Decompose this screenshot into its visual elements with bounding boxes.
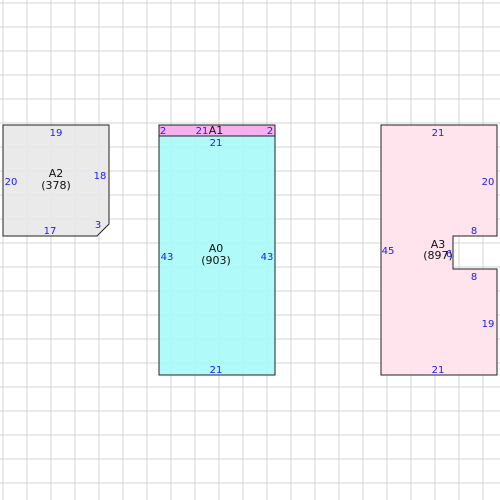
area-a3-dim-bottom: 21 bbox=[432, 365, 445, 376]
area-a2-size: (378) bbox=[41, 179, 71, 192]
area-a3-dim-right-lower: 19 bbox=[482, 319, 495, 330]
area-a3-dim-right-upper: 20 bbox=[482, 177, 495, 188]
area-a1[interactable]: 2 21 2 A1 bbox=[158, 124, 276, 137]
area-a0-size: (903) bbox=[201, 254, 231, 267]
area-a1-dim-right: 2 bbox=[267, 126, 273, 137]
area-a1-dim-left: 2 bbox=[160, 126, 166, 137]
area-a2-dim-left: 20 bbox=[5, 177, 18, 188]
area-a3[interactable]: 21 20 45 8 6 8 19 21 A3 (897) bbox=[380, 124, 498, 376]
area-a2-dim-right: 18 bbox=[94, 171, 107, 182]
area-a2[interactable]: 19 20 18 17 3 A2 (378) bbox=[2, 124, 110, 237]
area-a3-dim-notch-bottom: 8 bbox=[471, 272, 477, 283]
area-a0-dim-top: 21 bbox=[210, 138, 223, 149]
area-a3-dim-notch-top: 8 bbox=[471, 226, 477, 237]
area-a0-dim-bottom: 21 bbox=[210, 365, 223, 376]
area-a0-dim-left: 43 bbox=[161, 252, 174, 263]
area-a1-name: A1 bbox=[209, 124, 224, 137]
area-a3-size: (897) bbox=[423, 249, 453, 262]
area-a1-dim-top: 21 bbox=[196, 126, 209, 137]
area-a2-dim-bottom: 17 bbox=[44, 226, 57, 237]
area-a0-dim-right: 43 bbox=[261, 252, 274, 263]
floor-plan-canvas: 19 20 18 17 3 A2 (378) 2 21 2 A1 21 43 4… bbox=[0, 0, 500, 500]
area-a3-dim-left: 45 bbox=[382, 246, 395, 257]
area-a2-dim-chamfer: 3 bbox=[95, 220, 101, 231]
area-a0[interactable]: 21 43 43 21 A0 (903) bbox=[158, 135, 276, 376]
area-a2-dim-top: 19 bbox=[50, 128, 63, 139]
area-a3-dim-top: 21 bbox=[432, 128, 445, 139]
